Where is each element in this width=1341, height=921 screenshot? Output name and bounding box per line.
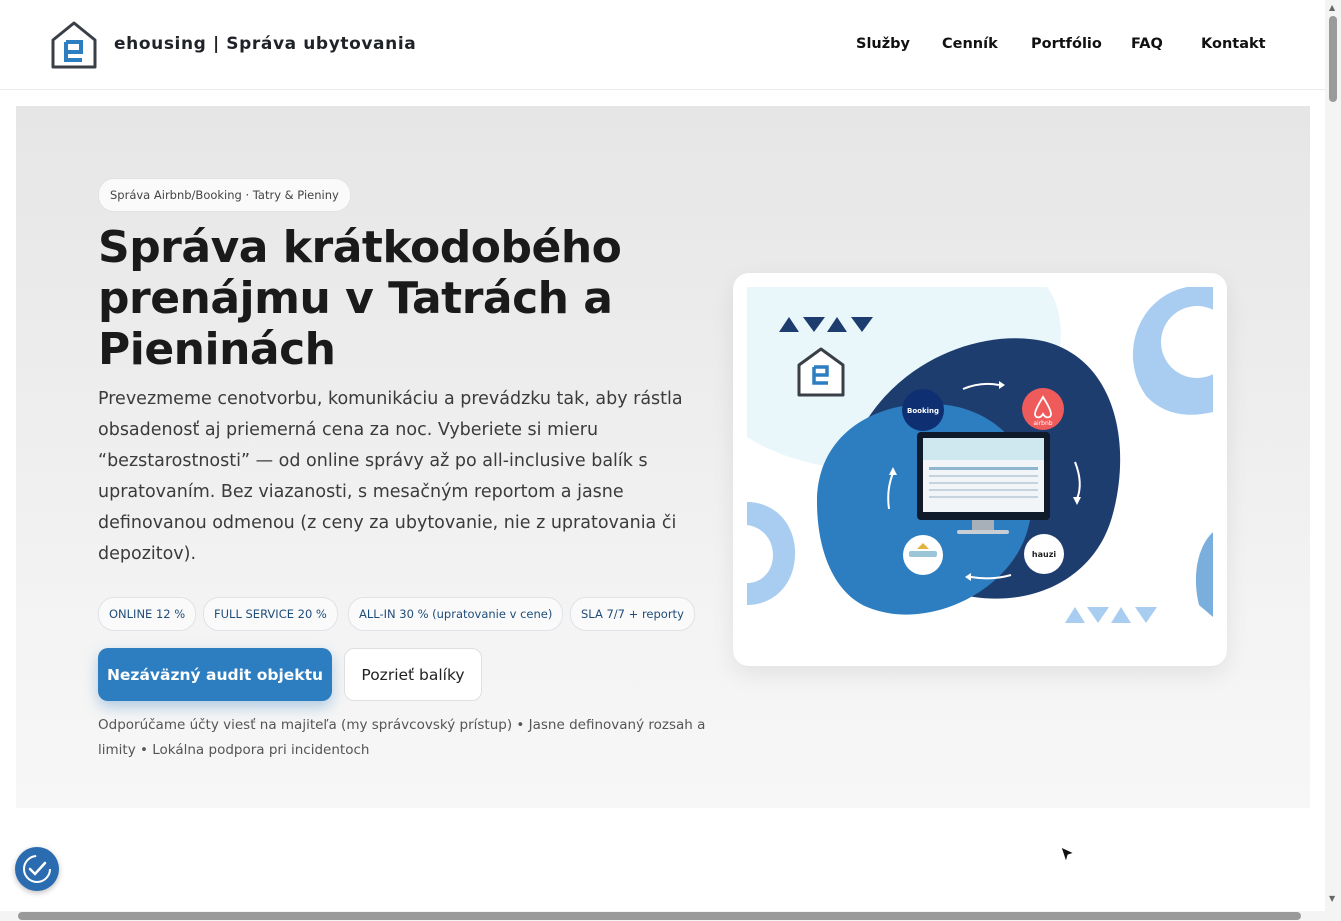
brand-name[interactable]: ehousing | Správa ubytovania xyxy=(114,34,416,54)
vertical-scroll-thumb[interactable] xyxy=(1329,16,1337,102)
svg-text:hauzi: hauzi xyxy=(1032,550,1056,559)
chip-all-in: ALL-IN 30 % (upratovanie v cene) xyxy=(348,597,564,631)
booking-icon: Booking xyxy=(902,389,944,431)
cookie-consent-button[interactable] xyxy=(15,847,59,891)
consent-check-icon xyxy=(23,855,51,883)
horizontal-scroll-thumb[interactable] xyxy=(18,912,1301,920)
svg-text:airbnb: airbnb xyxy=(1033,420,1052,427)
vertical-scrollbar[interactable]: ▲ ▼ xyxy=(1325,0,1341,921)
horizontal-scrollbar[interactable] xyxy=(0,911,1325,921)
nav-item-faq[interactable]: FAQ xyxy=(1131,36,1163,52)
hero-description: Prevezmeme cenotvorbu, komunikáciu a pre… xyxy=(98,389,683,564)
nav-item-cennik[interactable]: Cenník xyxy=(942,36,998,52)
scroll-up-arrow-icon[interactable]: ▲ xyxy=(1329,3,1335,12)
nav-item-kontakt[interactable]: Kontakt xyxy=(1201,36,1266,52)
view-packages-button[interactable]: Pozrieť balíky xyxy=(344,648,482,701)
next-section xyxy=(16,848,1310,918)
chip-full-service: FULL SERVICE 20 % xyxy=(203,597,338,631)
chip-sla: SLA 7/7 + reporty xyxy=(570,597,695,631)
hero-tag-pill: Správa Airbnb/Booking · Tatry & Pieniny xyxy=(98,178,351,212)
airbnb-icon: airbnb xyxy=(1022,388,1064,430)
hauzi-icon: hauzi xyxy=(1024,534,1064,574)
monitor-icon xyxy=(917,432,1050,534)
partner-logo-icon xyxy=(903,535,943,575)
ehousing-logo-icon[interactable] xyxy=(50,20,98,70)
mouse-cursor-icon xyxy=(1060,846,1076,864)
hero-illustration: Booking airbnb hauzi xyxy=(733,273,1227,666)
platform-illustration: Booking airbnb hauzi xyxy=(747,287,1213,627)
site-header: ehousing | Správa ubytovania Služby Cenn… xyxy=(0,0,1325,90)
hero-note: Odporúčame účty viesť na majiteľa (my sp… xyxy=(98,717,706,758)
chip-online: ONLINE 12 % xyxy=(98,597,197,631)
hero-title: Správa krátkodobého prenájmu v Tatrách a… xyxy=(98,222,622,375)
scroll-down-arrow-icon[interactable]: ▼ xyxy=(1329,894,1335,903)
svg-text:Booking: Booking xyxy=(907,407,939,415)
nav-item-portfolio[interactable]: Portfólio xyxy=(1031,36,1102,52)
nav-item-sluzby[interactable]: Služby xyxy=(856,36,910,52)
audit-button[interactable]: Nezáväzný audit objektu xyxy=(98,648,332,701)
